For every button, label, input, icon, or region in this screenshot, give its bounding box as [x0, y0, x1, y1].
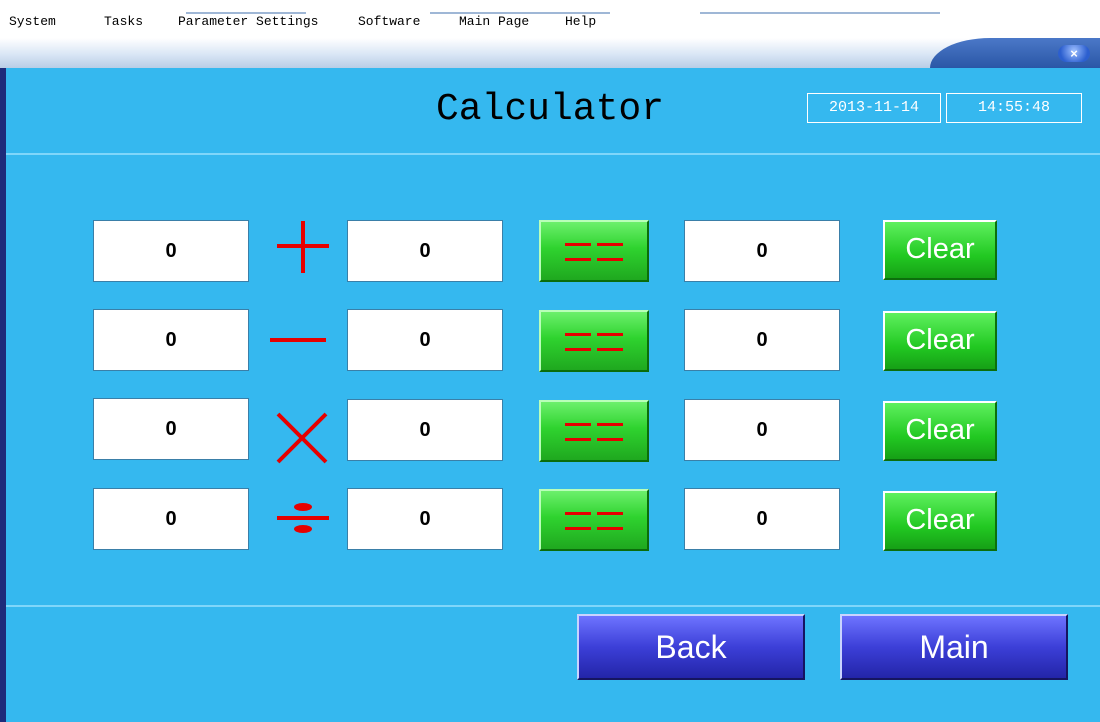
equals-icon — [565, 243, 623, 246]
clear-button[interactable]: Clear — [883, 220, 997, 280]
operand-a-field[interactable]: 0 — [93, 488, 249, 550]
equals-icon — [565, 512, 623, 515]
back-button[interactable]: Back — [577, 614, 805, 680]
equals-icon — [565, 348, 623, 351]
result-field: 0 — [684, 488, 840, 550]
header-divider — [6, 153, 1100, 155]
date-display: 2013-11-14 — [807, 93, 941, 123]
operand-b-field[interactable]: 0 — [347, 309, 503, 371]
page-title: Calculator — [435, 88, 665, 131]
equals-icon — [565, 527, 623, 530]
result-field: 0 — [684, 220, 840, 282]
main-button[interactable]: Main — [840, 614, 1068, 680]
operand-a-field[interactable]: 0 — [93, 309, 249, 371]
plus-icon — [277, 221, 329, 273]
multiply-icon — [276, 412, 328, 464]
clear-button[interactable]: Clear — [883, 491, 997, 551]
menu-item-system[interactable]: System — [9, 14, 56, 29]
equals-button[interactable] — [539, 220, 649, 282]
equals-icon — [565, 333, 623, 336]
equals-icon — [565, 438, 623, 441]
clear-button[interactable]: Clear — [883, 401, 997, 461]
equals-button[interactable] — [539, 400, 649, 462]
close-icon[interactable]: × — [1058, 45, 1090, 62]
menu-decoration — [700, 12, 940, 14]
menu-item-help[interactable]: Help — [565, 14, 596, 29]
equals-icon — [565, 258, 623, 261]
result-field: 0 — [684, 399, 840, 461]
clear-button[interactable]: Clear — [883, 311, 997, 371]
operand-a-field[interactable]: 0 — [93, 398, 249, 460]
menu-item-software[interactable]: Software — [358, 14, 420, 29]
equals-button[interactable] — [539, 310, 649, 372]
operand-a-field[interactable]: 0 — [93, 220, 249, 282]
equals-button[interactable] — [539, 489, 649, 551]
minus-icon — [270, 338, 326, 342]
menu-item-tasks[interactable]: Tasks — [104, 14, 143, 29]
operand-b-field[interactable]: 0 — [347, 220, 503, 282]
operand-b-field[interactable]: 0 — [347, 399, 503, 461]
window-title-strip — [0, 38, 1100, 68]
time-display: 14:55:48 — [946, 93, 1082, 123]
divide-icon — [277, 503, 329, 533]
operand-b-field[interactable]: 0 — [347, 488, 503, 550]
menu-item-main-page[interactable]: Main Page — [459, 14, 529, 29]
menu-bar: System Tasks Parameter Settings Software… — [0, 0, 1100, 38]
menu-item-parameter-settings[interactable]: Parameter Settings — [178, 14, 318, 29]
result-field: 0 — [684, 309, 840, 371]
equals-icon — [565, 423, 623, 426]
footer-divider — [6, 605, 1100, 607]
